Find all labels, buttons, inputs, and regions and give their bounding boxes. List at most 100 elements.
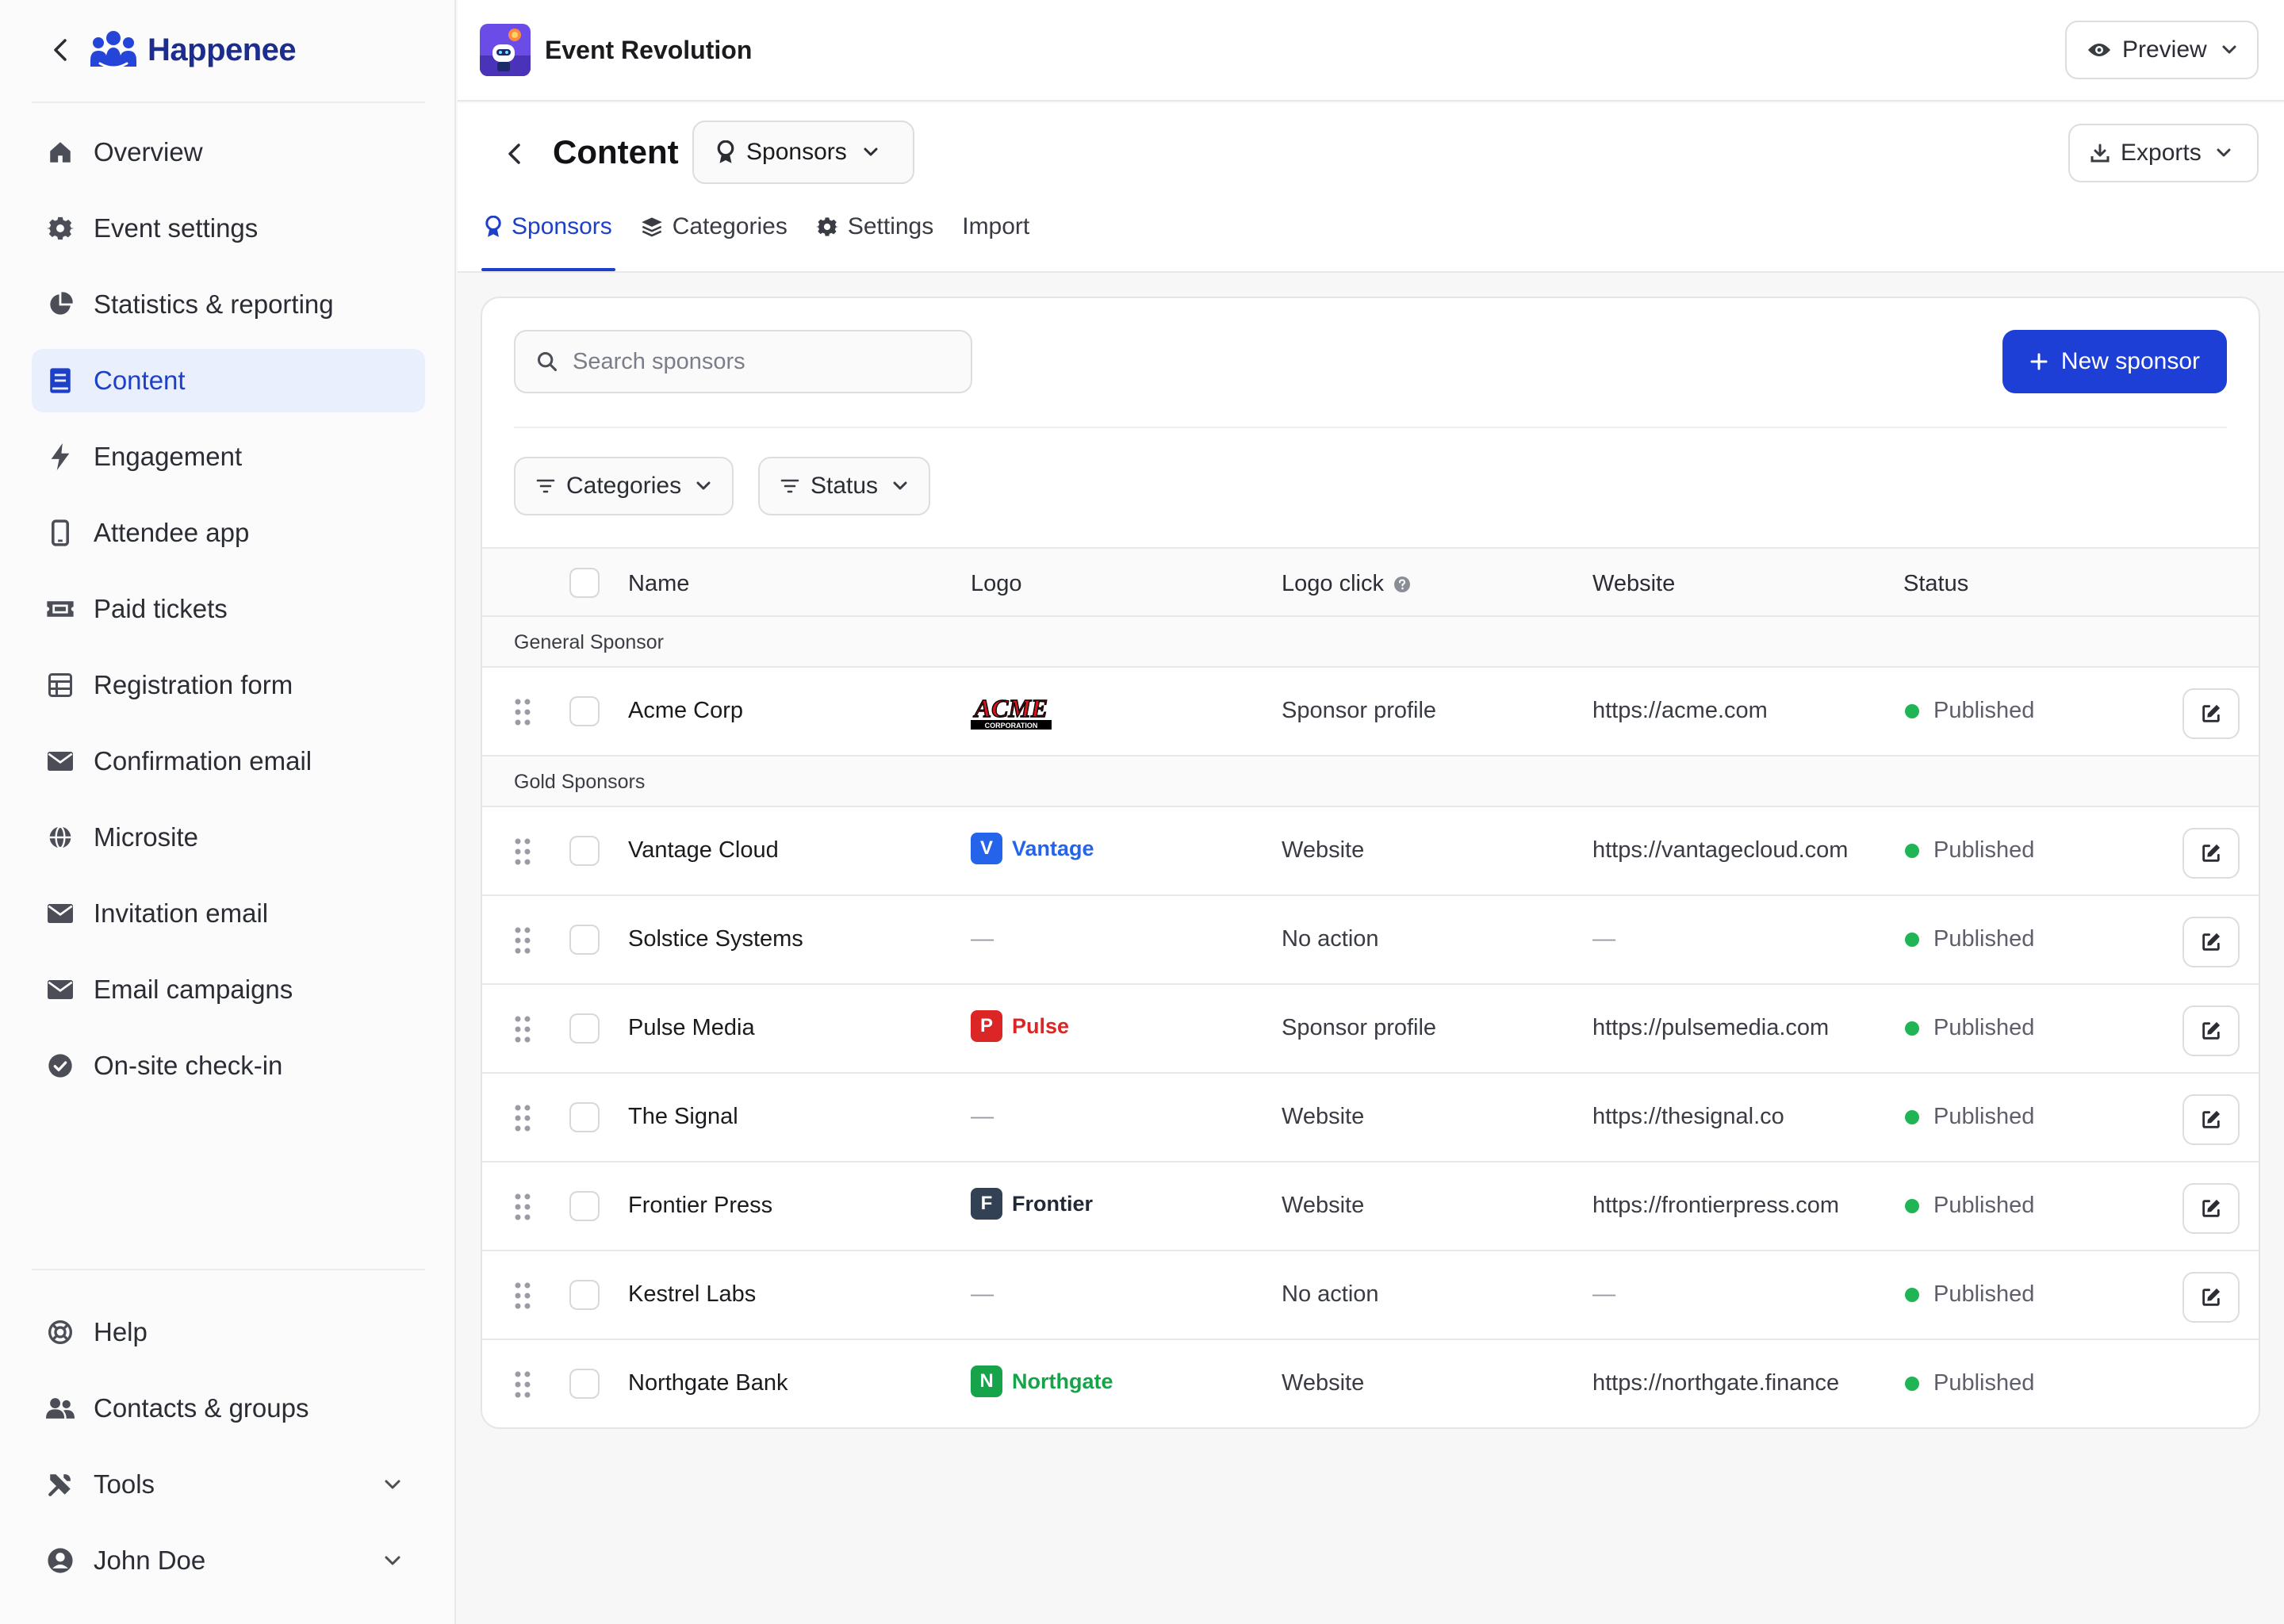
column-header-name[interactable]: Name [628,571,689,597]
sidebar-item-label: Attendee app [94,518,250,547]
row-checkbox[interactable] [569,1191,600,1221]
website[interactable]: https://northgate.finance [1592,1370,1839,1396]
drag-handle-icon[interactable] [514,926,531,955]
back-icon[interactable] [499,138,531,170]
logo-badge: F [971,1188,1002,1220]
sidebar-item-label: Content [94,366,186,395]
sidebar-item-confirmation-email[interactable]: Confirmation email [32,730,425,793]
logo-click: No action [1282,1281,1379,1307]
topbar: Event Revolution Preview [458,0,2284,102]
drag-handle-icon[interactable] [514,1370,531,1399]
search-input[interactable] [573,348,937,375]
row-checkbox[interactable] [569,1369,600,1399]
search-box[interactable] [514,330,972,393]
sidebar-item-paid-tickets[interactable]: Paid tickets [32,577,425,641]
website[interactable]: https://thesignal.co [1592,1104,1784,1130]
table-row[interactable]: Pulse Media P Pulse Sponsor profile https… [482,985,2259,1074]
brand-header: Happenee [44,24,297,76]
sidebar-item-help[interactable]: Help [32,1300,425,1364]
sidebar-item-overview[interactable]: Overview [32,121,425,184]
edit-button[interactable] [2182,917,2240,967]
table-row[interactable]: Vantage Cloud V Vantage Website https://v… [482,807,2259,896]
website[interactable]: https://vantagecloud.com [1592,837,1848,864]
tab-categories[interactable]: Categories [638,200,791,247]
edit-button[interactable] [2182,828,2240,879]
filter-icon [780,478,799,494]
event-avatar [480,24,531,76]
sidebar-item-contacts-groups[interactable]: Contacts & groups [32,1377,425,1440]
table-row[interactable]: The Signal — Website https://thesignal.c… [482,1074,2259,1162]
sidebar-item-invitation-email[interactable]: Invitation email [32,882,425,945]
categories-filter[interactable]: Categories [514,457,734,515]
status-filter-label: Status [811,473,879,499]
drag-handle-icon[interactable] [514,1281,531,1310]
sidebar-item-tools[interactable]: Tools [32,1453,425,1516]
row-checkbox[interactable] [569,1280,600,1310]
help-circle-icon[interactable] [1393,576,1411,593]
tab-sponsors[interactable]: Sponsors [481,200,615,271]
sidebar-item-microsite[interactable]: Microsite [32,806,425,869]
brand-name: Happenee [148,32,297,67]
users-icon [46,1394,75,1423]
status-dot [1905,1376,1919,1391]
sidebar-item-label: Event settings [94,213,259,243]
edit-icon [2200,1109,2222,1131]
status-text: Published [1933,926,2035,952]
page-title: Content [553,133,679,170]
check-circle-icon [46,1051,75,1080]
back-icon[interactable] [44,34,76,66]
acme-logo-subtext: CORPORATION [985,722,1038,730]
website[interactable]: https://pulsemedia.com [1592,1015,1829,1041]
website[interactable]: https://frontierpress.com [1592,1193,1839,1219]
select-all-checkbox[interactable] [569,568,600,598]
table-row[interactable]: Kestrel Labs — No action — Published [482,1251,2259,1340]
table-row[interactable]: Northgate Bank N Northgate Website https:… [482,1340,2259,1427]
group-header-gold: Gold Sponsors [482,756,2259,807]
tab-import[interactable]: Import [959,200,1033,247]
sidebar-item-event-settings[interactable]: Event settings [32,197,425,260]
preview-label: Preview [2122,36,2207,63]
edit-button[interactable] [2182,1094,2240,1145]
status-filter[interactable]: Status [758,457,931,515]
row-checkbox[interactable] [569,696,600,726]
table-row[interactable]: Frontier Press F Frontier Website https:/… [482,1162,2259,1251]
row-checkbox[interactable] [569,925,600,955]
layers-icon [641,216,663,237]
section-select[interactable]: Sponsors [692,121,914,184]
vantage-logo: V Vantage [971,833,1094,864]
drag-handle-icon[interactable] [514,1015,531,1044]
sidebar-item-user-menu[interactable]: John Doe [32,1529,425,1592]
sidebar-item-email-campaigns[interactable]: Email campaigns [32,958,425,1021]
gear-icon [46,214,75,243]
column-header-status: Status [1903,571,1969,596]
frontier-logo: F Frontier [971,1188,1093,1220]
status-dot [1905,703,1919,718]
logo-empty: — [971,1104,994,1129]
edit-button[interactable] [2182,688,2240,739]
sidebar-item-registration-form[interactable]: Registration form [32,653,425,717]
tab-settings[interactable]: Settings [813,200,937,247]
drag-handle-icon[interactable] [514,1193,531,1221]
sidebar-item-engagement[interactable]: Engagement [32,425,425,488]
sidebar-divider [32,102,425,103]
sidebar-item-content[interactable]: Content [32,349,425,412]
edit-button[interactable] [2182,1183,2240,1234]
row-checkbox[interactable] [569,1013,600,1044]
table-row[interactable]: Acme Corp ACME CORPORATION Sponsor profi… [482,668,2259,756]
drag-handle-icon[interactable] [514,698,531,726]
drag-handle-icon[interactable] [514,1104,531,1132]
logo-badge: V [971,833,1002,864]
sidebar-item-statistics[interactable]: Statistics & reporting [32,273,425,336]
table-row[interactable]: Solstice Systems — No action — Published [482,896,2259,985]
preview-button[interactable]: Preview [2065,21,2259,79]
row-checkbox[interactable] [569,836,600,866]
row-checkbox[interactable] [569,1102,600,1132]
drag-handle-icon[interactable] [514,837,531,866]
edit-button[interactable] [2182,1272,2240,1323]
sidebar-item-onsite-checkin[interactable]: On-site check-in [32,1034,425,1097]
website[interactable]: https://acme.com [1592,698,1768,724]
new-sponsor-button[interactable]: New sponsor [2002,330,2227,393]
exports-button[interactable]: Exports [2068,124,2259,182]
sidebar-item-attendee-app[interactable]: Attendee app [32,501,425,565]
edit-button[interactable] [2182,1005,2240,1056]
